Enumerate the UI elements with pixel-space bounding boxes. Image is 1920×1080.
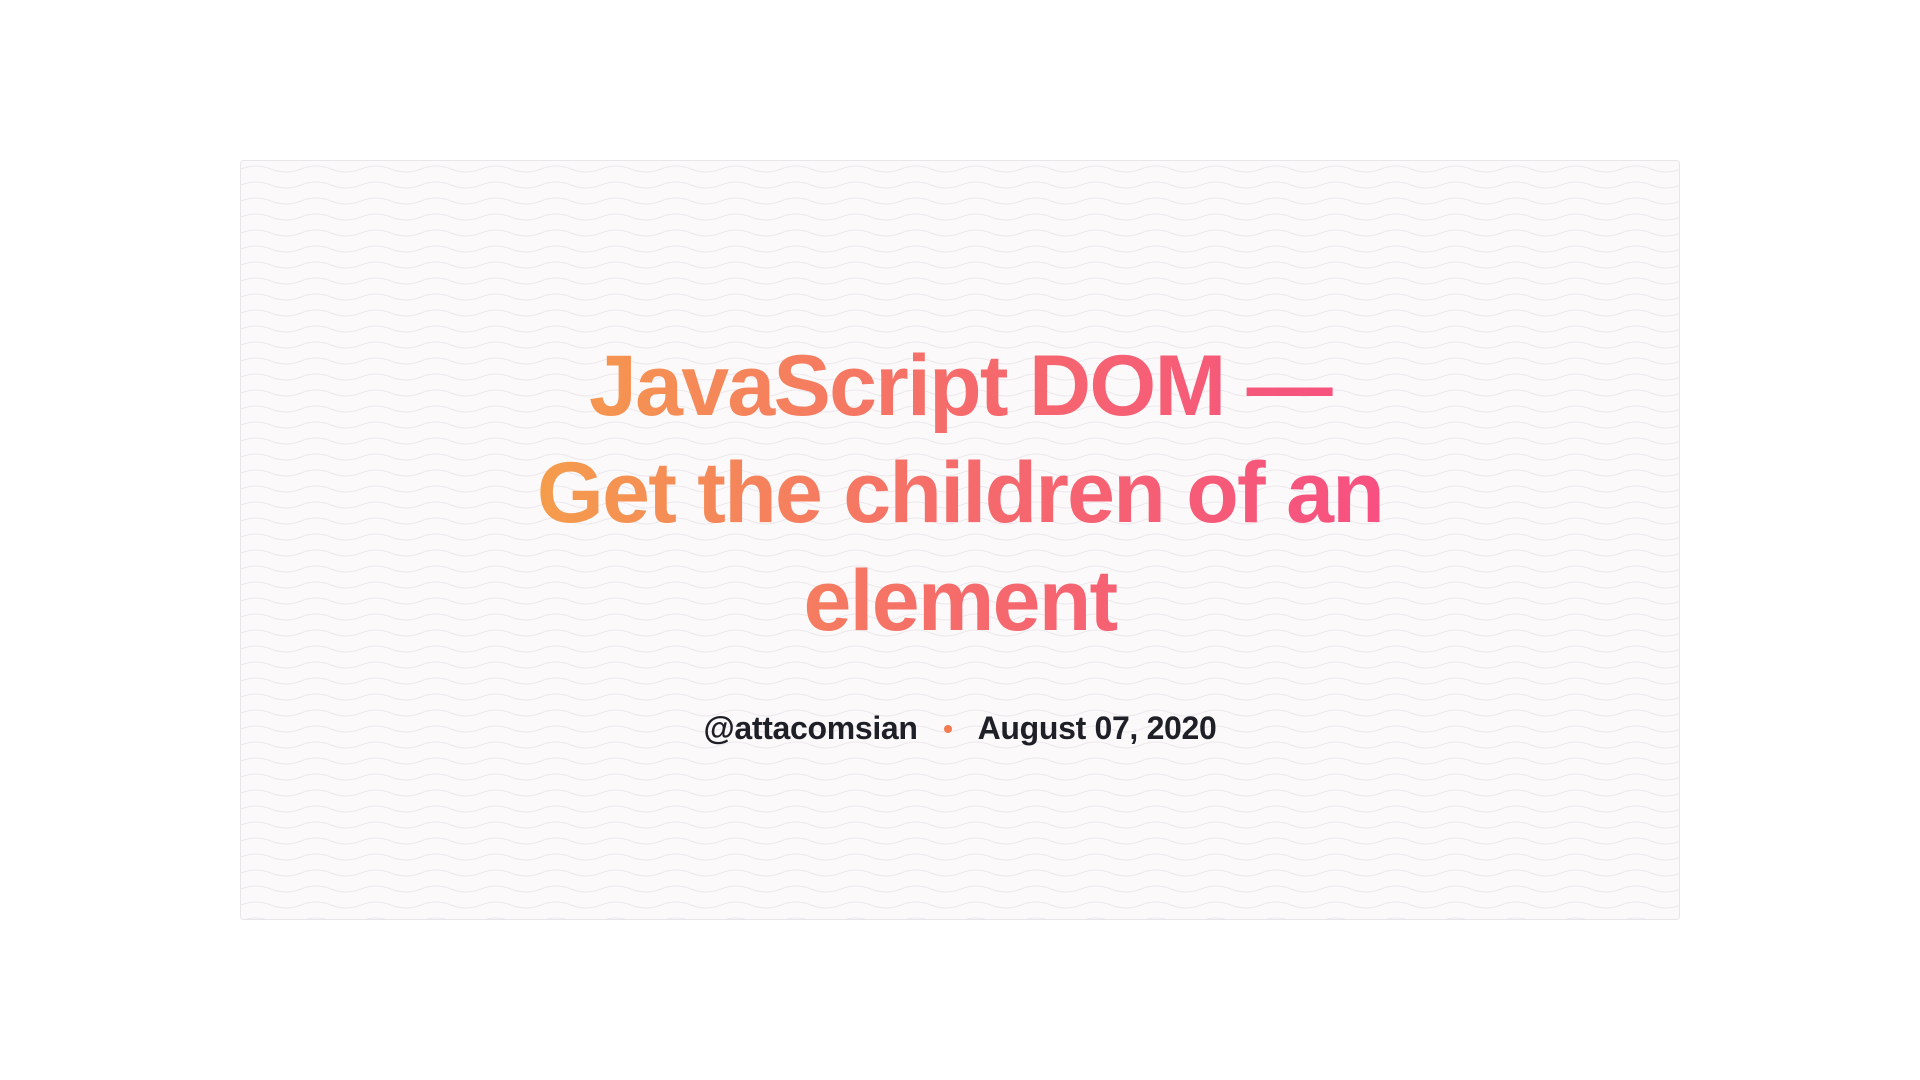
article-meta: @attacomsian August 07, 2020 bbox=[510, 710, 1410, 747]
title-card: JavaScript DOM — Get the children of an … bbox=[240, 160, 1680, 920]
separator-dot-icon bbox=[944, 725, 952, 733]
card-content: JavaScript DOM — Get the children of an … bbox=[510, 333, 1410, 748]
author-handle: @attacomsian bbox=[704, 710, 918, 747]
article-title: JavaScript DOM — Get the children of an … bbox=[510, 333, 1410, 656]
publish-date: August 07, 2020 bbox=[978, 710, 1217, 747]
